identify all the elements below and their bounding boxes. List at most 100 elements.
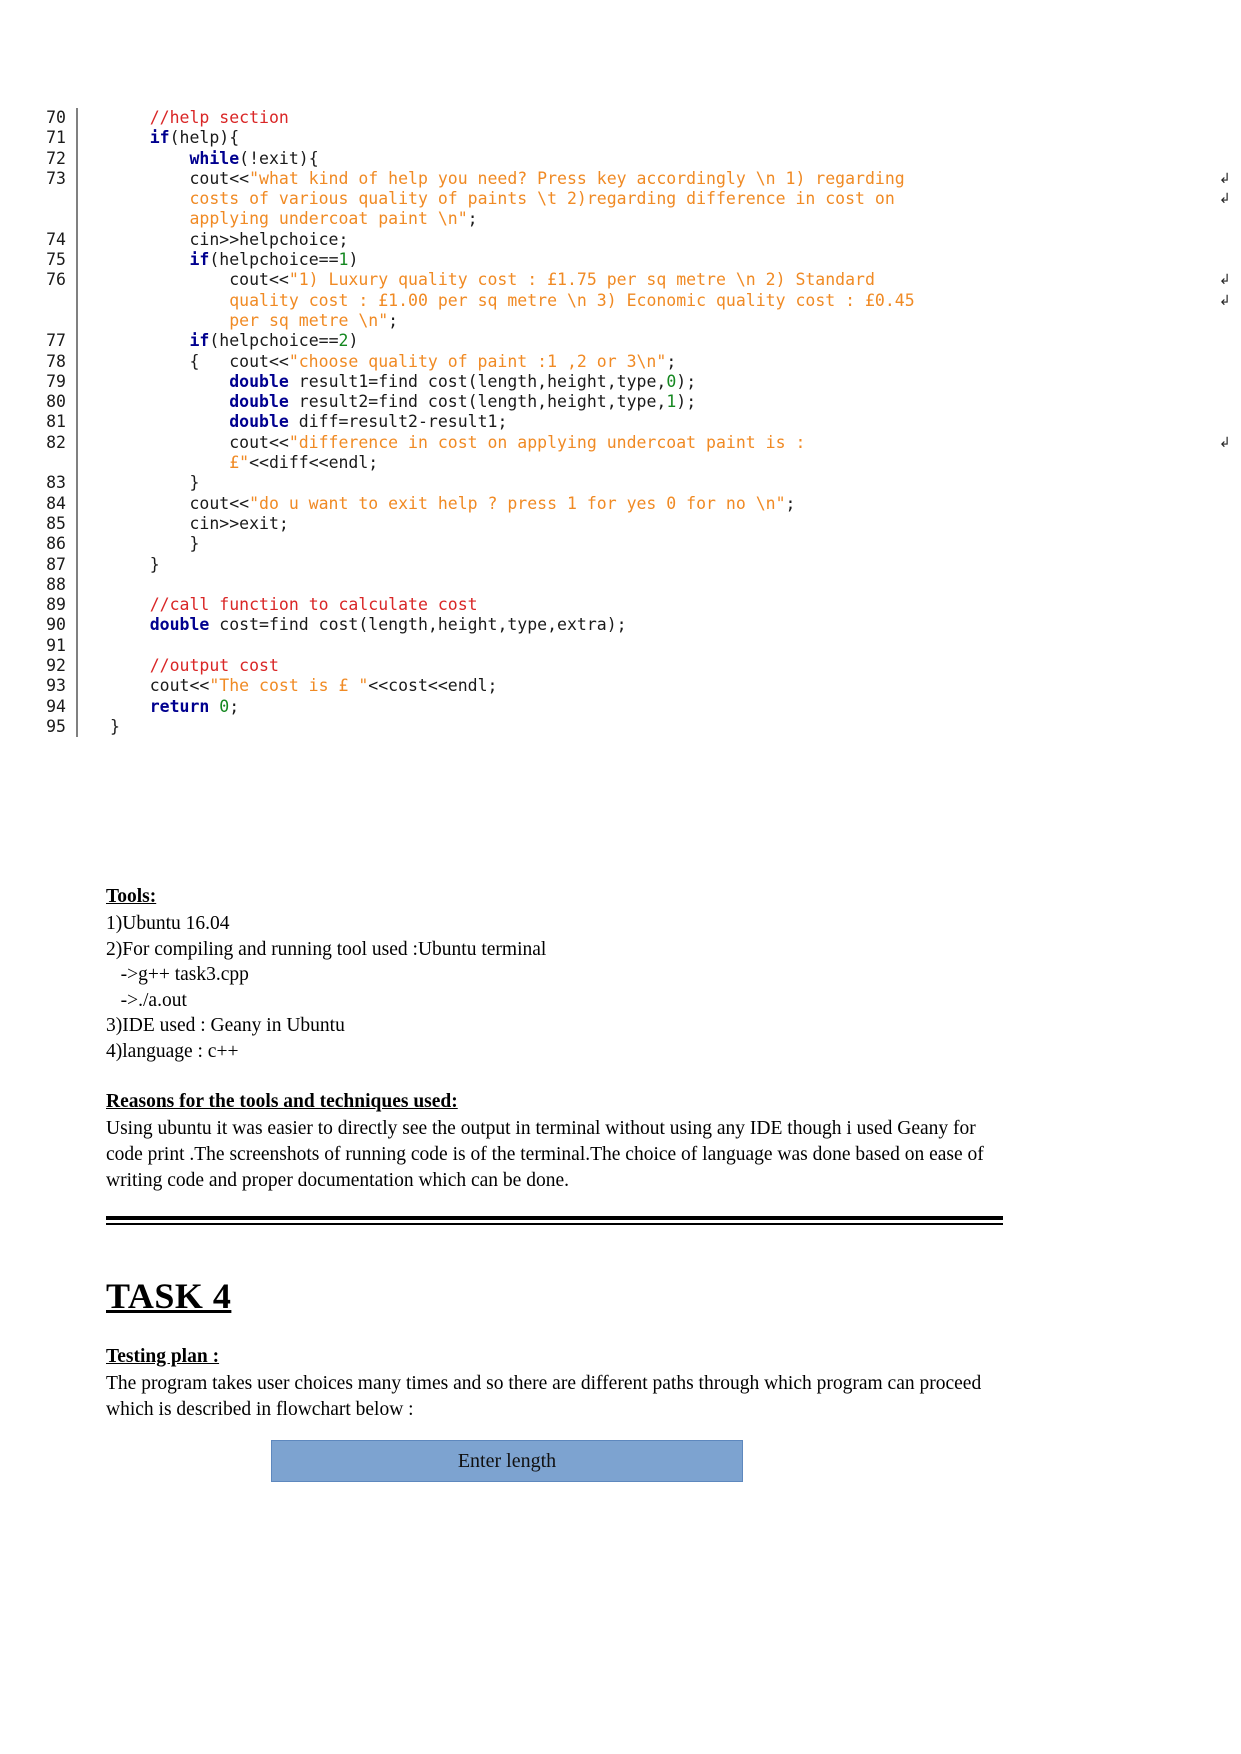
code-token-plain: cout<< bbox=[110, 493, 250, 513]
code-text: per sq metre \n"; bbox=[78, 311, 1197, 331]
code-text: cout<<"difference in cost on applying un… bbox=[78, 433, 1197, 453]
code-text: if(helpchoice==1) bbox=[78, 250, 1197, 270]
code-line: 95} bbox=[0, 716, 1241, 738]
code-token-num: 2 bbox=[338, 331, 349, 351]
tools-list-item: ->g++ task3.cpp bbox=[106, 964, 249, 986]
code-text: } bbox=[78, 473, 1197, 493]
testing-plan-paragraph: The program takes user choices many time… bbox=[106, 1373, 982, 1420]
line-number: 77 bbox=[46, 331, 66, 351]
code-text: cout<<"do u want to exit help ? press 1 … bbox=[78, 494, 1197, 514]
tools-heading: Tools: bbox=[106, 886, 157, 907]
code-token-kw: return bbox=[149, 696, 210, 716]
code-token-str: costs of various quality of paints \t 2)… bbox=[189, 189, 895, 209]
line-number: 85 bbox=[46, 513, 66, 533]
task-title-block: TASK 4 bbox=[106, 1275, 1006, 1317]
code-token-plain: cout<< bbox=[110, 270, 289, 290]
code-token-plain: } bbox=[110, 534, 200, 554]
code-token-num: 0 bbox=[219, 696, 230, 716]
tools-list-item: 2)For compiling and running tool used :U… bbox=[106, 938, 547, 960]
code-text: { cout<<"choose quality of paint :1 ,2 o… bbox=[78, 352, 1197, 372]
line-number: 94 bbox=[46, 696, 66, 716]
code-token-plain: result1=find cost(length,height,type, bbox=[288, 371, 667, 391]
line-number: 84 bbox=[46, 493, 66, 513]
code-line: 73 cout<<"what kind of help you need? Pr… bbox=[0, 168, 1241, 190]
code-token-plain: cout<< bbox=[110, 432, 289, 452]
code-token-plain: cout<< bbox=[110, 168, 250, 188]
code-token-str: per sq metre \n" bbox=[229, 310, 389, 330]
line-wrap-icon: ↲ bbox=[1219, 272, 1231, 289]
code-line: 92 //output cost bbox=[0, 656, 1241, 677]
line-number: 90 bbox=[46, 615, 66, 635]
code-token-plain: cin>>helpchoice; bbox=[110, 229, 349, 249]
line-wrap-icon: ↲ bbox=[1219, 292, 1231, 309]
code-text: cout<<"The cost is £ "<<cost<<endl; bbox=[78, 676, 1197, 696]
code-line: 85 cin>>exit; bbox=[0, 513, 1241, 535]
line-number: 75 bbox=[46, 250, 66, 270]
code-line: 90 double cost=find cost(length,height,t… bbox=[0, 615, 1241, 636]
code-token-num: 1 bbox=[338, 250, 349, 270]
testing-plan-section: Testing plan : The program takes user ch… bbox=[106, 1344, 1001, 1423]
code-text: } bbox=[78, 534, 1197, 554]
line-number: 93 bbox=[46, 676, 66, 696]
code-token-str: quality cost : £1.00 per sq metre \n 3) … bbox=[229, 290, 915, 310]
code-token-kw: double bbox=[229, 392, 289, 412]
code-token-plain: ; bbox=[388, 310, 399, 330]
code-text: } bbox=[78, 717, 1197, 737]
code-text: if(help){ bbox=[78, 128, 1197, 148]
code-line: 89 //call function to calculate cost bbox=[0, 595, 1241, 616]
code-text: if(helpchoice==2) bbox=[78, 331, 1197, 351]
reasons-heading: Reasons for the tools and techniques use… bbox=[106, 1091, 458, 1112]
code-token-plain: (helpchoice== bbox=[209, 250, 339, 270]
reasons-paragraph: Using ubuntu it was easier to directly s… bbox=[106, 1118, 984, 1191]
code-token-str: applying undercoat paint \n" bbox=[189, 209, 468, 229]
section-divider bbox=[106, 1216, 1003, 1225]
code-token-num: 1 bbox=[666, 392, 677, 412]
code-token-plain: ; bbox=[666, 351, 677, 371]
testing-plan-heading: Testing plan : bbox=[106, 1346, 220, 1367]
gutter-rule bbox=[76, 635, 78, 657]
line-number: 88 bbox=[46, 574, 66, 594]
line-number: 86 bbox=[46, 534, 66, 554]
code-line: applying undercoat paint \n"; bbox=[0, 209, 1241, 230]
code-text: double result1=find cost(length,height,t… bbox=[78, 372, 1197, 392]
code-text: costs of various quality of paints \t 2)… bbox=[78, 189, 1197, 209]
code-text: cout<<"1) Luxury quality cost : £1.75 pe… bbox=[78, 270, 1197, 290]
code-line: £"<<diff<<endl; bbox=[0, 453, 1241, 474]
code-line: 81 double diff=result2-result1; bbox=[0, 412, 1241, 433]
code-token-str: "difference in cost on applying undercoa… bbox=[288, 432, 806, 452]
code-listing: 70 //help section 71 if(help){72 while(!e… bbox=[0, 108, 1241, 738]
code-text: } bbox=[78, 555, 1197, 575]
code-line: 91 bbox=[0, 635, 1241, 657]
tools-list-item: 4)language : c++ bbox=[106, 1040, 239, 1062]
code-line: 74 cin>>helpchoice; bbox=[0, 229, 1241, 251]
flowchart-node-label: Enter length bbox=[457, 1449, 557, 1472]
code-line: 77 if(helpchoice==2) bbox=[0, 331, 1241, 352]
code-line: per sq metre \n"; bbox=[0, 310, 1241, 332]
line-wrap-icon: ↲ bbox=[1219, 170, 1231, 187]
line-number: 89 bbox=[46, 595, 66, 615]
code-token-plain: } bbox=[110, 473, 200, 493]
tools-list-item: 1)Ubuntu 16.04 bbox=[106, 913, 230, 934]
line-wrap-icon: ↲ bbox=[1219, 191, 1231, 208]
line-number: 92 bbox=[46, 656, 66, 676]
code-line: 84 cout<<"do u want to exit help ? press… bbox=[0, 493, 1241, 514]
code-line: 82 cout<<"difference in cost on applying… bbox=[0, 432, 1241, 454]
code-line: 75 if(helpchoice==1) bbox=[0, 250, 1241, 271]
code-token-plain: (helpchoice== bbox=[209, 331, 339, 351]
tools-section: Tools: 1)Ubuntu 16.04 2)For compiling and… bbox=[106, 884, 1006, 1065]
code-token-plain: cost=find cost(length,height,type,extra)… bbox=[209, 615, 627, 635]
code-text: double result2=find cost(length,height,t… bbox=[78, 392, 1197, 412]
code-token-kw: if bbox=[149, 128, 170, 148]
line-number: 83 bbox=[46, 473, 66, 493]
code-token-kw: if bbox=[189, 331, 210, 351]
code-text: cin>>helpchoice; bbox=[78, 230, 1197, 250]
code-line: 86 } bbox=[0, 534, 1241, 555]
line-number: 80 bbox=[46, 392, 66, 412]
